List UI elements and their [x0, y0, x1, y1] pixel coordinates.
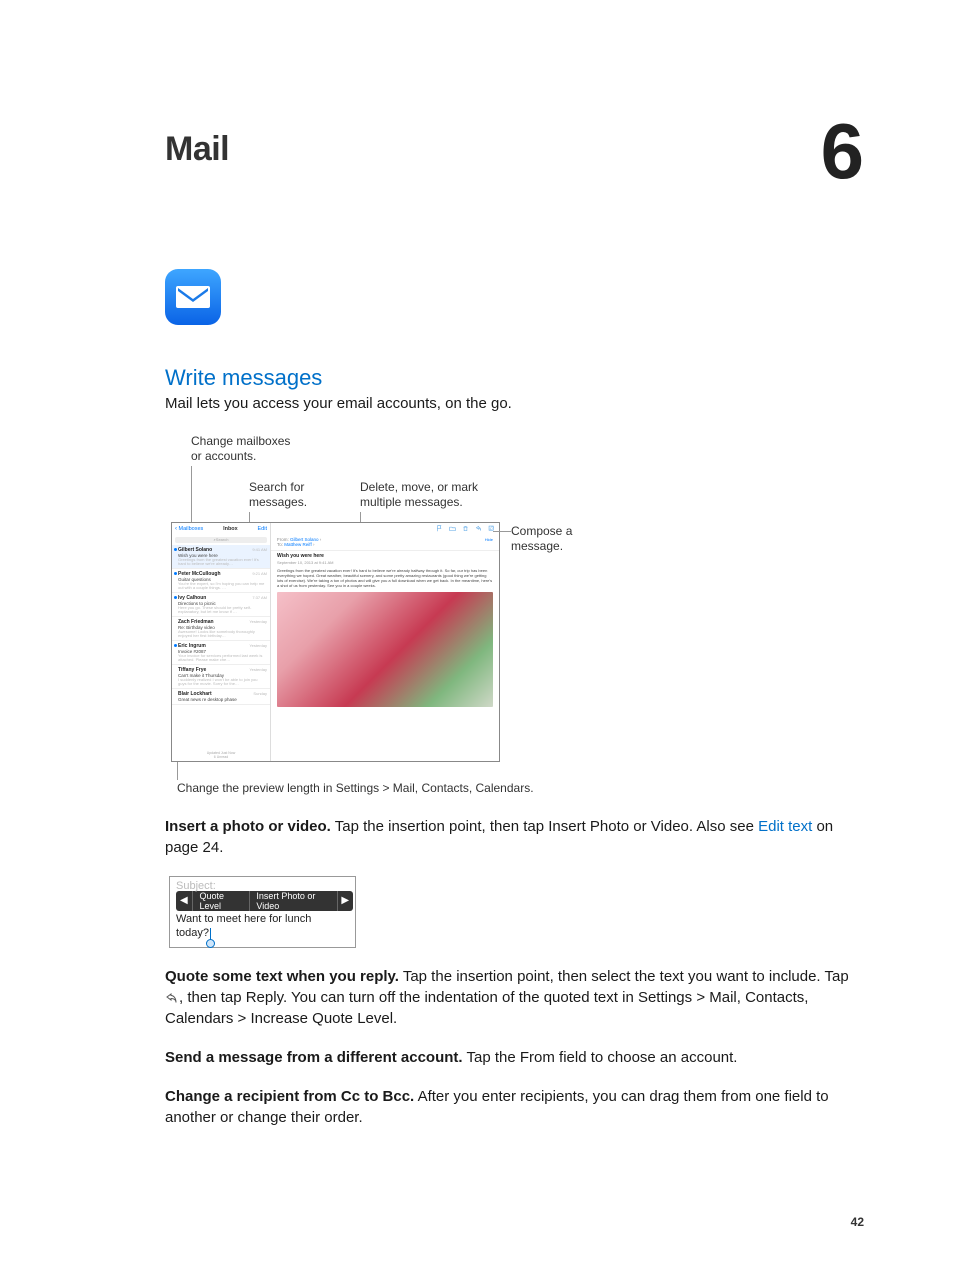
message-list-item[interactable]: Blair LockhartSundayGreat news re deskto… [172, 689, 270, 705]
reply-icon-inline [165, 989, 179, 1001]
chapter-title: Mail [165, 130, 229, 169]
message-body: Greetings from the greatest vacation eve… [271, 568, 499, 588]
subject-label: Subject: [170, 877, 355, 892]
to-name[interactable]: Matthew Reiff [284, 542, 311, 547]
quote-level-button[interactable]: Quote Level [192, 891, 248, 911]
message-list-item[interactable]: Peter McCullough9:21 AMGuitar questionsY… [172, 569, 270, 593]
mail-screenshot-figure: Change mailboxes or accounts. Search for… [171, 434, 731, 796]
flag-icon[interactable] [436, 525, 443, 532]
search-bar[interactable]: ⌕ Search [175, 537, 267, 543]
cc-bcc-paragraph: Change a recipient from Cc to Bcc. After… [165, 1086, 864, 1128]
text-cursor [210, 928, 211, 940]
text-menu-popup: ◀ Quote Level Insert Photo or Video ▶ [176, 891, 353, 911]
unread-dot [174, 644, 177, 647]
mail-ipad-screenshot: ‹ Mailboxes Inbox Edit ⌕ Search Gilbert … [171, 522, 500, 762]
draft-line-1: Want to meet here for lunch [170, 911, 355, 925]
hide-button[interactable]: Hide [485, 537, 493, 542]
inbox-title: Inbox [223, 526, 238, 532]
message-date: September 10, 2013 at 9:41 AM [271, 560, 499, 568]
different-account-paragraph: Send a message from a different account.… [165, 1047, 864, 1068]
unread-dot [174, 596, 177, 599]
message-list-item[interactable]: Ivy Calhoun7:37 AMDirections to picnicHe… [172, 593, 270, 617]
message-list-item[interactable]: Eric IngrumYesterdayInvoice #2087Your in… [172, 641, 270, 665]
figure1-top-callouts: Change mailboxes or accounts. Search for… [171, 434, 731, 522]
trash-icon[interactable] [462, 525, 469, 532]
message-header: From: Gilbert Solano › Hide To: Matthew … [271, 535, 499, 551]
edit-text-link[interactable]: Edit text [758, 818, 812, 835]
insert-photo-paragraph: Insert a photo or video. Tap the inserti… [165, 816, 864, 858]
updated-status: Updated Just Now 6 Unread [172, 750, 270, 761]
message-list-item[interactable]: Zach FriedmanYesterdayRe: Birthday video… [172, 617, 270, 641]
insert-photo-popup-figure: Subject: ◀ Quote Level Insert Photo or V… [169, 876, 356, 948]
draft-line-2: today? [170, 925, 355, 947]
section-heading: Write messages [165, 365, 864, 391]
unread-dot [174, 572, 177, 575]
section-lead: Mail lets you access your email accounts… [165, 395, 864, 412]
callout-search: Search for messages. [249, 480, 339, 511]
insert-photo-video-button[interactable]: Insert Photo or Video [249, 891, 336, 911]
menu-left-arrow[interactable]: ◀ [176, 895, 192, 906]
message-photo [277, 592, 493, 707]
menu-right-arrow[interactable]: ▶ [337, 895, 353, 906]
mail-app-icon [165, 269, 221, 325]
back-mailboxes-button[interactable]: ‹ Mailboxes [175, 526, 203, 532]
callout-delete-move: Delete, move, or mark multiple messages. [360, 480, 510, 511]
unread-dot [174, 548, 177, 551]
quote-text-paragraph: Quote some text when you reply. Tap the … [165, 966, 864, 1029]
edit-button[interactable]: Edit [258, 526, 267, 532]
mail-content-pane: From: Gilbert Solano › Hide To: Matthew … [271, 523, 499, 761]
callout-compose: Compose a message. [511, 524, 601, 555]
message-list[interactable]: Gilbert Solano9:41 AMWish you were hereG… [172, 545, 270, 750]
folder-icon[interactable] [449, 525, 456, 532]
page-number: 42 [851, 1215, 864, 1229]
callout-change-mailboxes: Change mailboxes or accounts. [191, 434, 301, 465]
chapter-number: 6 [821, 124, 864, 179]
message-list-item[interactable]: Gilbert Solano9:41 AMWish you were hereG… [172, 545, 270, 569]
sidebar-toolbar: ‹ Mailboxes Inbox Edit [172, 523, 270, 535]
callout-preview-length: Change the preview length in Settings > … [177, 780, 731, 796]
message-list-item[interactable]: Tiffany FryeYesterdayCan't make it Thurs… [172, 665, 270, 689]
message-subject: Wish you were here [271, 551, 499, 560]
reply-icon[interactable] [475, 525, 482, 532]
content-toolbar [271, 523, 499, 535]
mail-sidebar: ‹ Mailboxes Inbox Edit ⌕ Search Gilbert … [172, 523, 271, 761]
chapter-header: Mail 6 [165, 130, 864, 179]
